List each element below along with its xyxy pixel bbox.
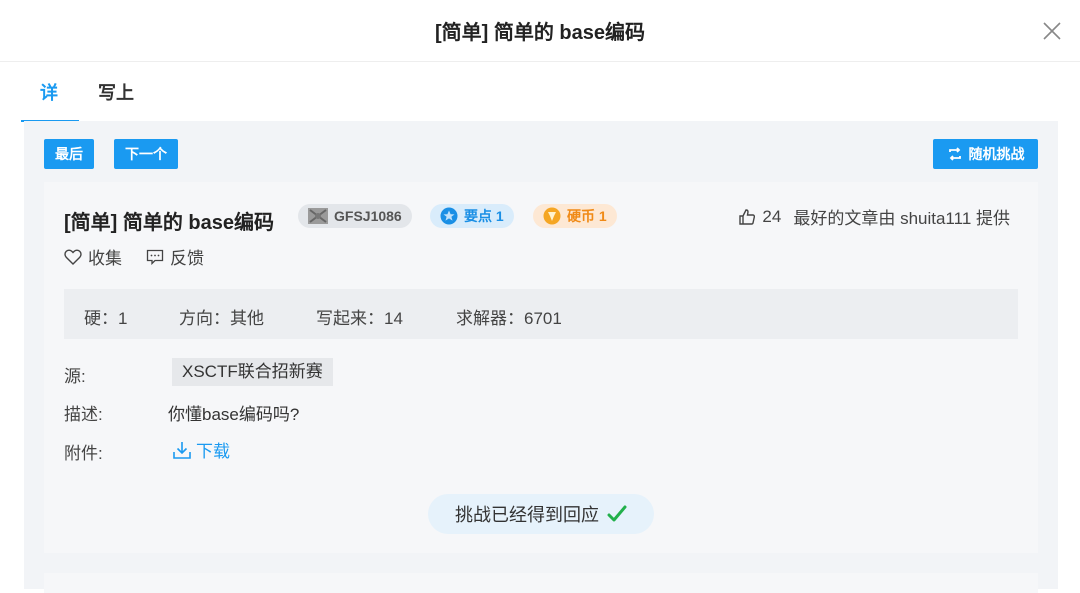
random-challenge-label: 随机挑战	[968, 146, 1025, 162]
next-card-peek	[44, 573, 1038, 593]
feedback-button[interactable]: 反馈	[146, 244, 204, 269]
modal-header: [简单] 简单的 base编码	[0, 0, 1080, 62]
next-button[interactable]: 下一个	[114, 139, 178, 169]
challenge-id-text: GFSJ1086	[334, 208, 402, 224]
challenge-id-icon	[308, 208, 334, 224]
coin-text: 硬币 1	[567, 208, 607, 224]
challenge-status: 挑战已经得到回应	[428, 494, 654, 534]
coin-badge: 硬币 1	[533, 204, 617, 228]
writeup-info: 24 最好的文章由 shuita111 提供	[738, 204, 1010, 229]
favorite-button[interactable]: 收集	[64, 244, 122, 269]
points-text: 要点 1	[464, 208, 504, 224]
tab-writeup[interactable]: 写上	[98, 62, 134, 120]
heart-icon	[64, 249, 88, 265]
writeups-stat: 写起来：14	[316, 309, 403, 328]
feedback-label: 反馈	[170, 249, 204, 268]
likes-count: 24	[762, 206, 782, 226]
attachment-label: 附件:	[64, 444, 103, 463]
challenge-card: [简单] 简单的 base编码 GFSJ1086 要点 1 硬币 1 24 最好…	[44, 182, 1038, 553]
check-icon	[599, 505, 627, 523]
last-button[interactable]: 最后	[44, 139, 94, 169]
shuffle-icon	[947, 146, 963, 162]
comment-icon	[146, 249, 170, 265]
favorite-label: 收集	[88, 249, 122, 268]
challenge-id-badge: GFSJ1086	[298, 204, 412, 228]
download-label: 下载	[196, 442, 230, 461]
challenge-title: [简单] 简单的 base编码	[64, 212, 275, 234]
stats-bar: 硬：1 方向：其他 写起来：14 求解器：6701	[64, 289, 1018, 339]
source-tag: XSCTF联合招新赛	[172, 358, 333, 386]
points-badge: 要点 1	[430, 204, 514, 228]
tab-detail[interactable]: 详	[40, 62, 58, 120]
thumbs-up-icon[interactable]	[738, 208, 756, 226]
modal-title: [简单] 简单的 base编码	[434, 22, 646, 44]
download-link[interactable]: 下载	[172, 437, 230, 462]
solvers-stat: 求解器：6701	[456, 309, 562, 328]
close-icon[interactable]	[1042, 21, 1062, 41]
status-text: 挑战已经得到回应	[455, 505, 599, 525]
random-challenge-button[interactable]: 随机挑战	[933, 139, 1038, 169]
source-label: 源:	[64, 367, 86, 386]
description-label: 描述:	[64, 405, 103, 424]
difficulty-stat: 硬：1	[84, 309, 128, 328]
coin-icon	[543, 207, 567, 225]
direction-stat: 方向：其他	[179, 309, 264, 328]
points-icon	[440, 207, 464, 225]
writeup-credit: 最好的文章由 shuita111 提供	[793, 209, 1010, 228]
download-icon	[172, 440, 196, 460]
description-text: 你懂base编码吗?	[168, 405, 300, 424]
tab-bar: 详 写上	[0, 62, 1080, 122]
